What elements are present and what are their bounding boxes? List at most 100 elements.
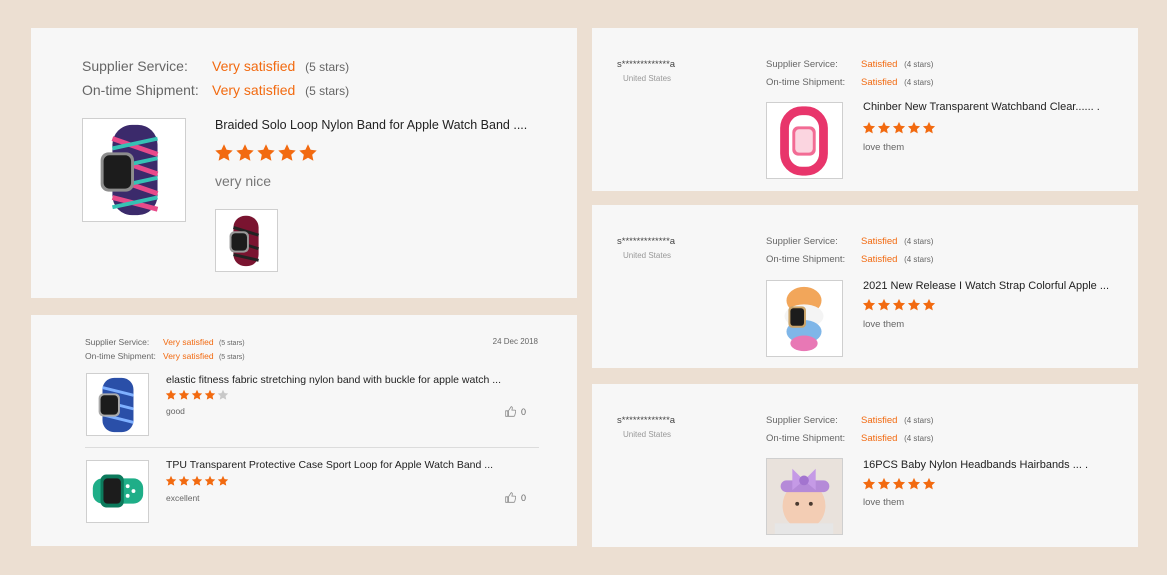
supplier-service-stars: (4 stars)	[904, 60, 934, 69]
star-icon	[907, 121, 921, 139]
star-icon	[277, 143, 297, 167]
supplier-service-stars: (5 stars)	[305, 60, 350, 74]
review-card-right-3: s*************a United States Supplier S…	[592, 384, 1138, 547]
supplier-service-value: Satisfied	[861, 59, 898, 70]
star-icon	[877, 121, 891, 139]
supplier-service-label: Supplier Service:	[85, 337, 150, 347]
product-image[interactable]	[82, 118, 186, 222]
rating-stars	[214, 143, 318, 167]
shipment-stars: (5 stars)	[218, 354, 245, 361]
shipment-stars: (5 stars)	[305, 84, 350, 98]
shipment-label: On-time Shipment:	[766, 254, 846, 265]
star-icon	[298, 143, 318, 167]
review-comment: love them	[863, 319, 905, 330]
shipment-label: On-time Shipment:	[85, 351, 156, 361]
product-title[interactable]: 2021 New Release I Watch Strap Colorful …	[863, 280, 1125, 292]
review-card-large: Supplier Service: Very satisfied (5 stars…	[31, 28, 577, 298]
transparent-band-image	[767, 103, 842, 178]
star-icon	[922, 121, 936, 139]
rating-stars	[862, 298, 936, 316]
scrunchie-band-image	[767, 281, 842, 356]
shipment-label: On-time Shipment:	[766, 433, 846, 444]
baby-headband-image	[767, 459, 842, 534]
reviewer-name: s*************a	[617, 415, 676, 426]
supplier-service-stars: (4 stars)	[904, 416, 934, 425]
supplier-service-row: Supplier Service: Very satisfied (5 stars…	[85, 337, 245, 347]
star-icon	[922, 477, 936, 495]
supplier-service-value: Very satisfied	[212, 58, 296, 74]
supplier-service-label: Supplier Service:	[82, 58, 188, 74]
review-card-right-2: s*************a United States Supplier S…	[592, 205, 1138, 368]
product-image[interactable]	[766, 458, 843, 535]
supplier-service-row: Supplier Service: Satisfied (4 stars)	[766, 415, 933, 426]
review-card-multi: Supplier Service: Very satisfied (5 stars…	[31, 315, 577, 546]
star-icon	[217, 475, 229, 491]
supplier-service-row: Supplier Service: Satisfied (4 stars)	[766, 59, 933, 70]
reviewer-country: United States	[623, 74, 672, 83]
review-comment: excellent	[166, 493, 200, 503]
product-title[interactable]: elastic fitness fabric stretching nylon …	[166, 374, 556, 386]
product-image[interactable]	[766, 102, 843, 179]
star-icon	[165, 389, 177, 405]
shipment-value: Satisfied	[861, 77, 898, 88]
supplier-service-value: Very satisfied	[163, 337, 214, 347]
supplier-service-value: Satisfied	[861, 415, 898, 426]
fabric-band-image	[87, 374, 148, 435]
tpu-band-image	[87, 461, 148, 522]
shipment-value: Very satisfied	[212, 82, 296, 98]
shipment-value: Very satisfied	[163, 351, 214, 361]
shipment-label: On-time Shipment:	[766, 77, 846, 88]
reviewer-country: United States	[623, 430, 672, 439]
star-icon	[204, 389, 216, 405]
review-photo-image	[216, 210, 277, 271]
supplier-service-row: Supplier Service: Very satisfied (5 stars…	[82, 58, 349, 74]
like-button[interactable]: 0	[505, 406, 526, 417]
product-image[interactable]	[86, 460, 149, 523]
reviewer-name: s*************a	[617, 236, 676, 247]
star-icon	[862, 477, 876, 495]
item-divider	[85, 447, 539, 448]
shipment-stars: (4 stars)	[904, 434, 934, 443]
braided-band-image	[83, 119, 185, 221]
star-icon	[256, 143, 276, 167]
shipment-value: Satisfied	[861, 254, 898, 265]
star-icon	[191, 389, 203, 405]
supplier-service-stars: (4 stars)	[904, 237, 934, 246]
star-icon	[892, 121, 906, 139]
star-icon	[877, 477, 891, 495]
supplier-service-stars: (5 stars)	[218, 340, 245, 347]
thumbs-up-icon	[505, 406, 516, 417]
review-photo[interactable]	[215, 209, 278, 272]
review-comment: good	[166, 406, 185, 416]
reviewer-country: United States	[623, 251, 672, 260]
star-icon	[204, 475, 216, 491]
star-icon	[862, 121, 876, 139]
shipment-label: On-time Shipment:	[82, 82, 199, 98]
shipment-row: On-time Shipment: Satisfied (4 stars)	[766, 433, 933, 444]
shipment-value: Satisfied	[861, 433, 898, 444]
rating-stars	[165, 389, 229, 405]
supplier-service-label: Supplier Service:	[766, 59, 838, 70]
product-title[interactable]: TPU Transparent Protective Case Sport Lo…	[166, 459, 556, 471]
product-title[interactable]: Braided Solo Loop Nylon Band for Apple W…	[215, 118, 555, 132]
shipment-row: On-time Shipment: Very satisfied (5 stars…	[85, 351, 245, 361]
rating-stars	[165, 475, 229, 491]
review-date: 24 Dec 2018	[492, 337, 538, 346]
product-image[interactable]	[86, 373, 149, 436]
star-icon	[178, 475, 190, 491]
supplier-service-row: Supplier Service: Satisfied (4 stars)	[766, 236, 933, 247]
like-button[interactable]: 0	[505, 492, 526, 503]
supplier-service-label: Supplier Service:	[766, 236, 838, 247]
product-title[interactable]: Chinber New Transparent Watchband Clear.…	[863, 101, 1125, 113]
star-icon	[862, 298, 876, 316]
shipment-row: On-time Shipment: Satisfied (4 stars)	[766, 254, 933, 265]
product-image[interactable]	[766, 280, 843, 357]
review-comment: love them	[863, 497, 905, 508]
shipment-stars: (4 stars)	[904, 255, 934, 264]
shipment-stars: (4 stars)	[904, 78, 934, 87]
star-icon	[235, 143, 255, 167]
star-icon	[892, 477, 906, 495]
star-icon	[892, 298, 906, 316]
reviewer-name: s*************a	[617, 59, 676, 70]
product-title[interactable]: 16PCS Baby Nylon Headbands Hairbands ...…	[863, 459, 1125, 471]
